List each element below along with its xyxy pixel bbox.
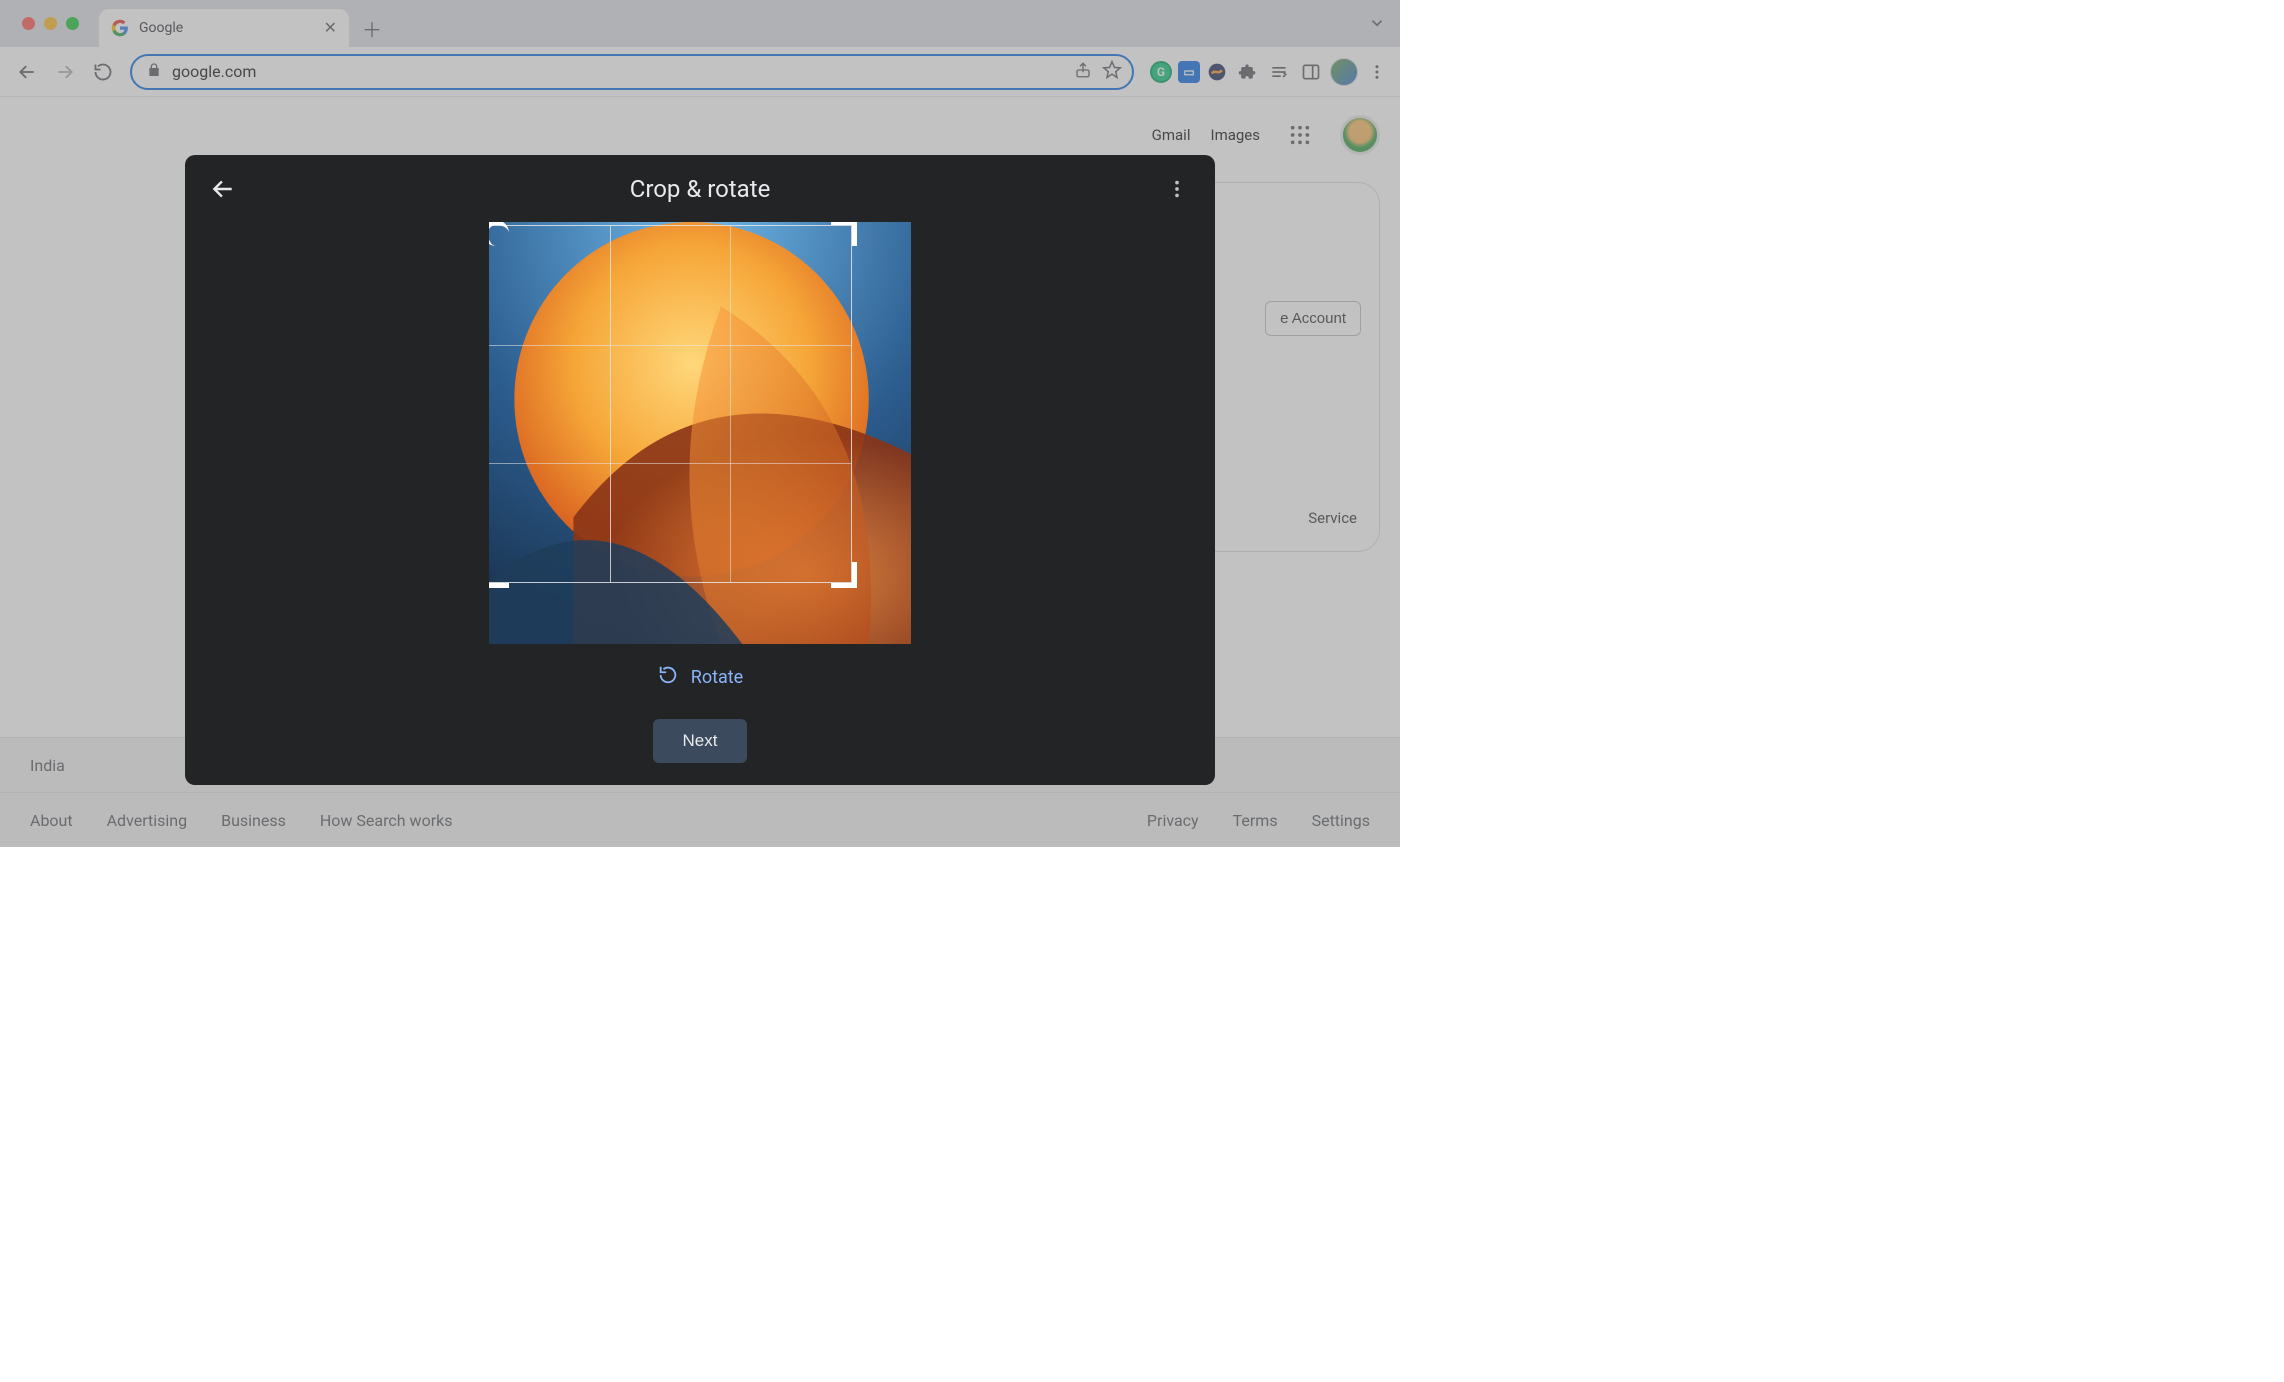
image-preview	[489, 222, 911, 644]
dialog-header: Crop & rotate	[185, 155, 1215, 222]
crop-stage	[185, 222, 1215, 644]
crop-grid	[489, 225, 852, 583]
dialog-more-icon[interactable]	[1157, 169, 1197, 209]
crop-handle-bl[interactable]	[489, 562, 509, 588]
dialog-actions: Rotate Next	[185, 644, 1215, 785]
rotate-label: Rotate	[691, 667, 743, 688]
rotate-icon	[657, 664, 679, 691]
rotate-button[interactable]: Rotate	[645, 658, 755, 697]
next-button[interactable]: Next	[653, 719, 748, 763]
dialog-title: Crop & rotate	[185, 175, 1215, 203]
crop-rotate-dialog: Crop & rotate	[185, 155, 1215, 785]
crop-selection[interactable]	[489, 222, 855, 586]
dialog-back-button[interactable]	[203, 169, 243, 209]
crop-handle-tr[interactable]	[831, 222, 857, 246]
crop-handle-br[interactable]	[831, 562, 857, 588]
